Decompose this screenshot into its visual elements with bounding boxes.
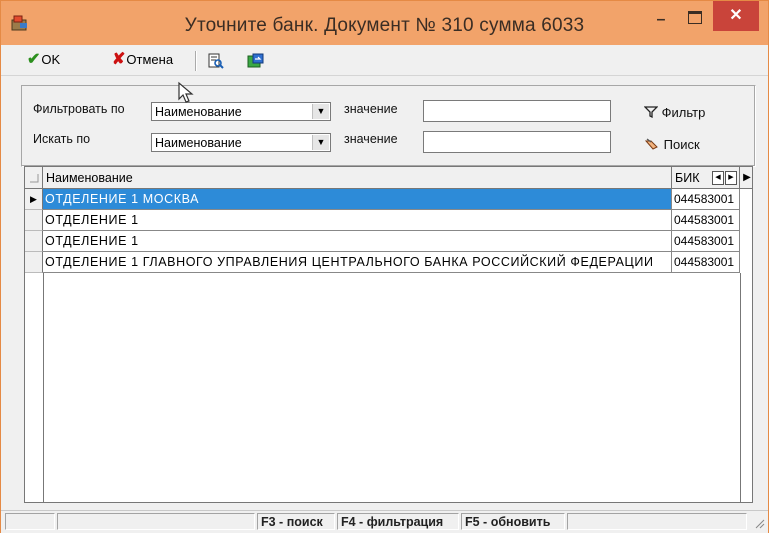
cell-name[interactable]: ОТДЕЛЕНИЕ 1 ГЛАВНОГО УПРАВЛЕНИЯ ЦЕНТРАЛЬ…	[43, 252, 672, 273]
row-indicator	[25, 210, 43, 231]
dialog-window: Уточните банк. Документ № 310 сумма 6033…	[0, 0, 769, 533]
search-by-label: Искать по	[33, 132, 91, 146]
filter-value-label: значение	[344, 102, 398, 116]
status-hint-search: F3 - поиск	[257, 513, 335, 530]
filter-button-label: Фильтр	[661, 105, 706, 120]
current-row-indicator-icon: ▶	[25, 189, 43, 210]
table-row[interactable]: ОТДЕЛЕНИЕ 1 044583001	[25, 231, 752, 252]
column-header-name[interactable]: Наименование	[43, 167, 672, 189]
search-by-value: Наименование	[155, 136, 242, 150]
status-bar: F3 - поиск F4 - фильтрация F5 - обновить	[1, 510, 768, 533]
cell-name[interactable]: ОТДЕЛЕНИЕ 1	[43, 231, 672, 252]
row-indicator	[25, 231, 43, 252]
filter-value-input[interactable]	[423, 100, 611, 122]
search-icon	[644, 138, 658, 150]
status-panel-empty-2	[57, 513, 255, 530]
toolbar-separator	[195, 51, 197, 71]
scroll-right-button[interactable]: ▶	[725, 171, 737, 185]
search-by-select[interactable]: Наименование ▼	[151, 133, 331, 152]
cell-bik[interactable]: 044583001	[672, 210, 740, 231]
ok-label: OK	[41, 52, 61, 67]
mouse-cursor-icon	[178, 81, 194, 103]
search-value-input[interactable]	[423, 131, 611, 153]
refresh-icon[interactable]	[247, 53, 265, 69]
status-panel-empty-1	[5, 513, 55, 530]
grid-left-line	[43, 273, 44, 502]
cell-name[interactable]: ОТДЕЛЕНИЕ 1	[43, 210, 672, 231]
cell-bik[interactable]: 044583001	[672, 231, 740, 252]
cross-icon: ✘	[112, 51, 126, 68]
filter-by-value: Наименование	[155, 105, 242, 119]
close-button[interactable]: ✕	[713, 1, 759, 31]
cell-bik[interactable]: 044583001	[672, 189, 740, 210]
search-button[interactable]: Поиск	[644, 137, 700, 152]
cell-bik[interactable]: 044583001	[672, 252, 740, 273]
column-header-bik-label: БИК	[675, 171, 700, 185]
filter-by-label: Фильтровать по	[33, 102, 125, 116]
funnel-icon	[643, 106, 659, 119]
resize-grip-icon[interactable]	[753, 517, 765, 529]
scroll-left-button[interactable]: ◀	[712, 171, 724, 185]
filter-button[interactable]: Фильтр	[643, 105, 706, 120]
preview-icon[interactable]	[207, 53, 225, 69]
table-row[interactable]: ОТДЕЛЕНИЕ 1 ГЛАВНОГО УПРАВЛЕНИЯ ЦЕНТРАЛЬ…	[25, 252, 752, 273]
grid-right-line	[740, 273, 741, 502]
maximize-icon	[688, 11, 702, 24]
corner-icon	[30, 174, 39, 183]
ok-button[interactable]: ✔OK	[27, 50, 60, 70]
filter-panel	[21, 85, 756, 167]
table-row[interactable]: ▶ ОТДЕЛЕНИЕ 1 МОСКВА 044583001	[25, 189, 752, 210]
row-indicator	[25, 252, 43, 273]
status-hint-filter: F4 - фильтрация	[337, 513, 459, 530]
cell-name[interactable]: ОТДЕЛЕНИЕ 1 МОСКВА	[43, 189, 672, 210]
column-header-bik[interactable]: БИК ◀ ▶	[672, 167, 740, 189]
search-value-label: значение	[344, 132, 398, 146]
cancel-label: Отмена	[126, 52, 174, 67]
search-button-label: Поиск	[663, 137, 700, 152]
bank-table: Наименование БИК ◀ ▶ ▶ ▶ ОТДЕЛЕНИЕ 1 МОС…	[24, 166, 753, 503]
row-indicator-header	[25, 167, 43, 189]
minimize-button[interactable]: –	[645, 11, 677, 37]
chevron-down-icon[interactable]: ▼	[312, 135, 329, 150]
chevron-down-icon[interactable]: ▼	[312, 104, 329, 119]
cancel-button[interactable]: ✘Отмена	[112, 50, 173, 70]
table-row[interactable]: ОТДЕЛЕНИЕ 1 044583001	[25, 210, 752, 231]
status-panel-empty-3	[567, 513, 747, 530]
checkmark-icon: ✔	[27, 51, 41, 68]
status-hint-refresh: F5 - обновить	[461, 513, 565, 530]
toolbar: ✔OK ✘Отмена	[1, 45, 768, 76]
title-bar[interactable]: Уточните банк. Документ № 310 сумма 6033…	[1, 1, 768, 45]
more-columns-arrow-icon[interactable]: ▶	[740, 167, 752, 189]
maximize-button[interactable]	[679, 7, 711, 33]
